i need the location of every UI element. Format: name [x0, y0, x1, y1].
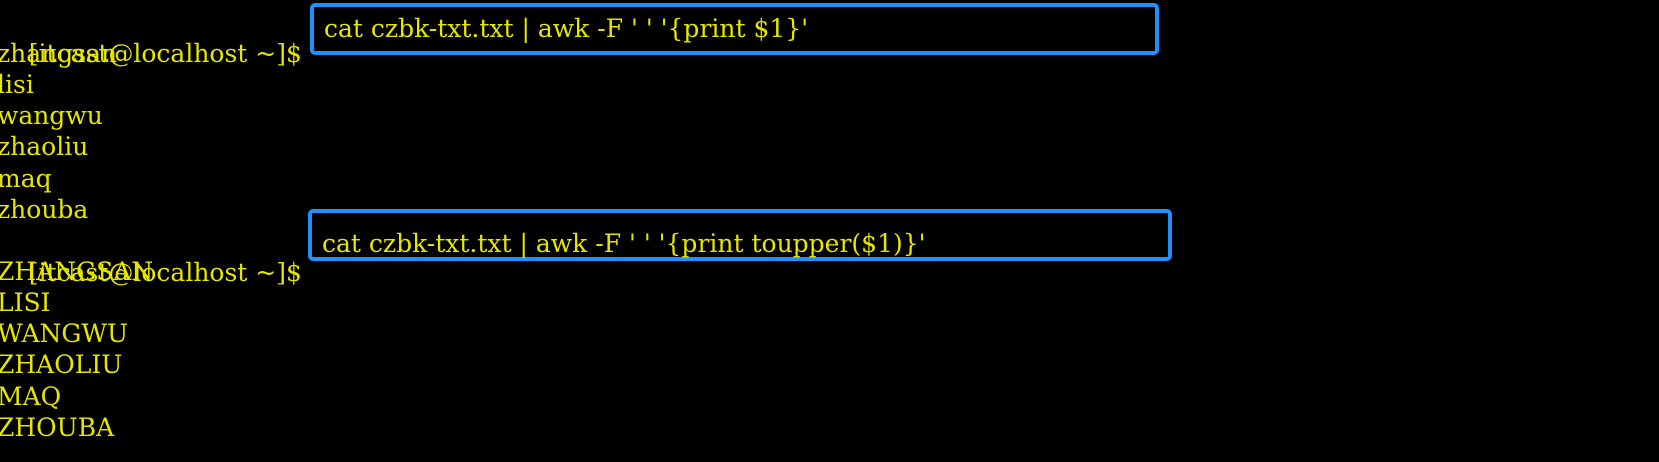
command-text-1[interactable]: cat czbk-txt.txt | awk -F ' ' '{print $1…	[324, 12, 808, 46]
output-line: lisi	[0, 70, 34, 99]
output-line: wangwu	[0, 101, 103, 130]
output-line: zhangsan	[0, 39, 118, 68]
terminal-window[interactable]: [itcast@localhost ~]$ cat czbk-txt.txt |…	[0, 0, 1659, 462]
output-line: WANGWU	[0, 319, 129, 348]
output-line: LISI	[0, 288, 51, 317]
prompt-line-2: [itcast@localhost ~]$	[0, 225, 302, 287]
output-line: maq	[0, 164, 52, 193]
command-highlight-box-2: cat czbk-txt.txt | awk -F ' ' '{print to…	[308, 209, 1172, 261]
prompt-line-1: [itcast@localhost ~]$	[0, 6, 302, 68]
command-highlight-box-1: cat czbk-txt.txt | awk -F ' ' '{print $1…	[310, 3, 1159, 55]
output-line: zhaoliu	[0, 132, 89, 161]
output-line: MAQ	[0, 382, 62, 411]
output-line: ZHANGSAN	[0, 257, 154, 286]
command-text-2[interactable]: cat czbk-txt.txt | awk -F ' ' '{print to…	[322, 227, 926, 261]
output-line: ZHOUBA	[0, 413, 115, 442]
output-line: ZHAOLIU	[0, 350, 123, 379]
output-line: zhouba	[0, 195, 89, 224]
